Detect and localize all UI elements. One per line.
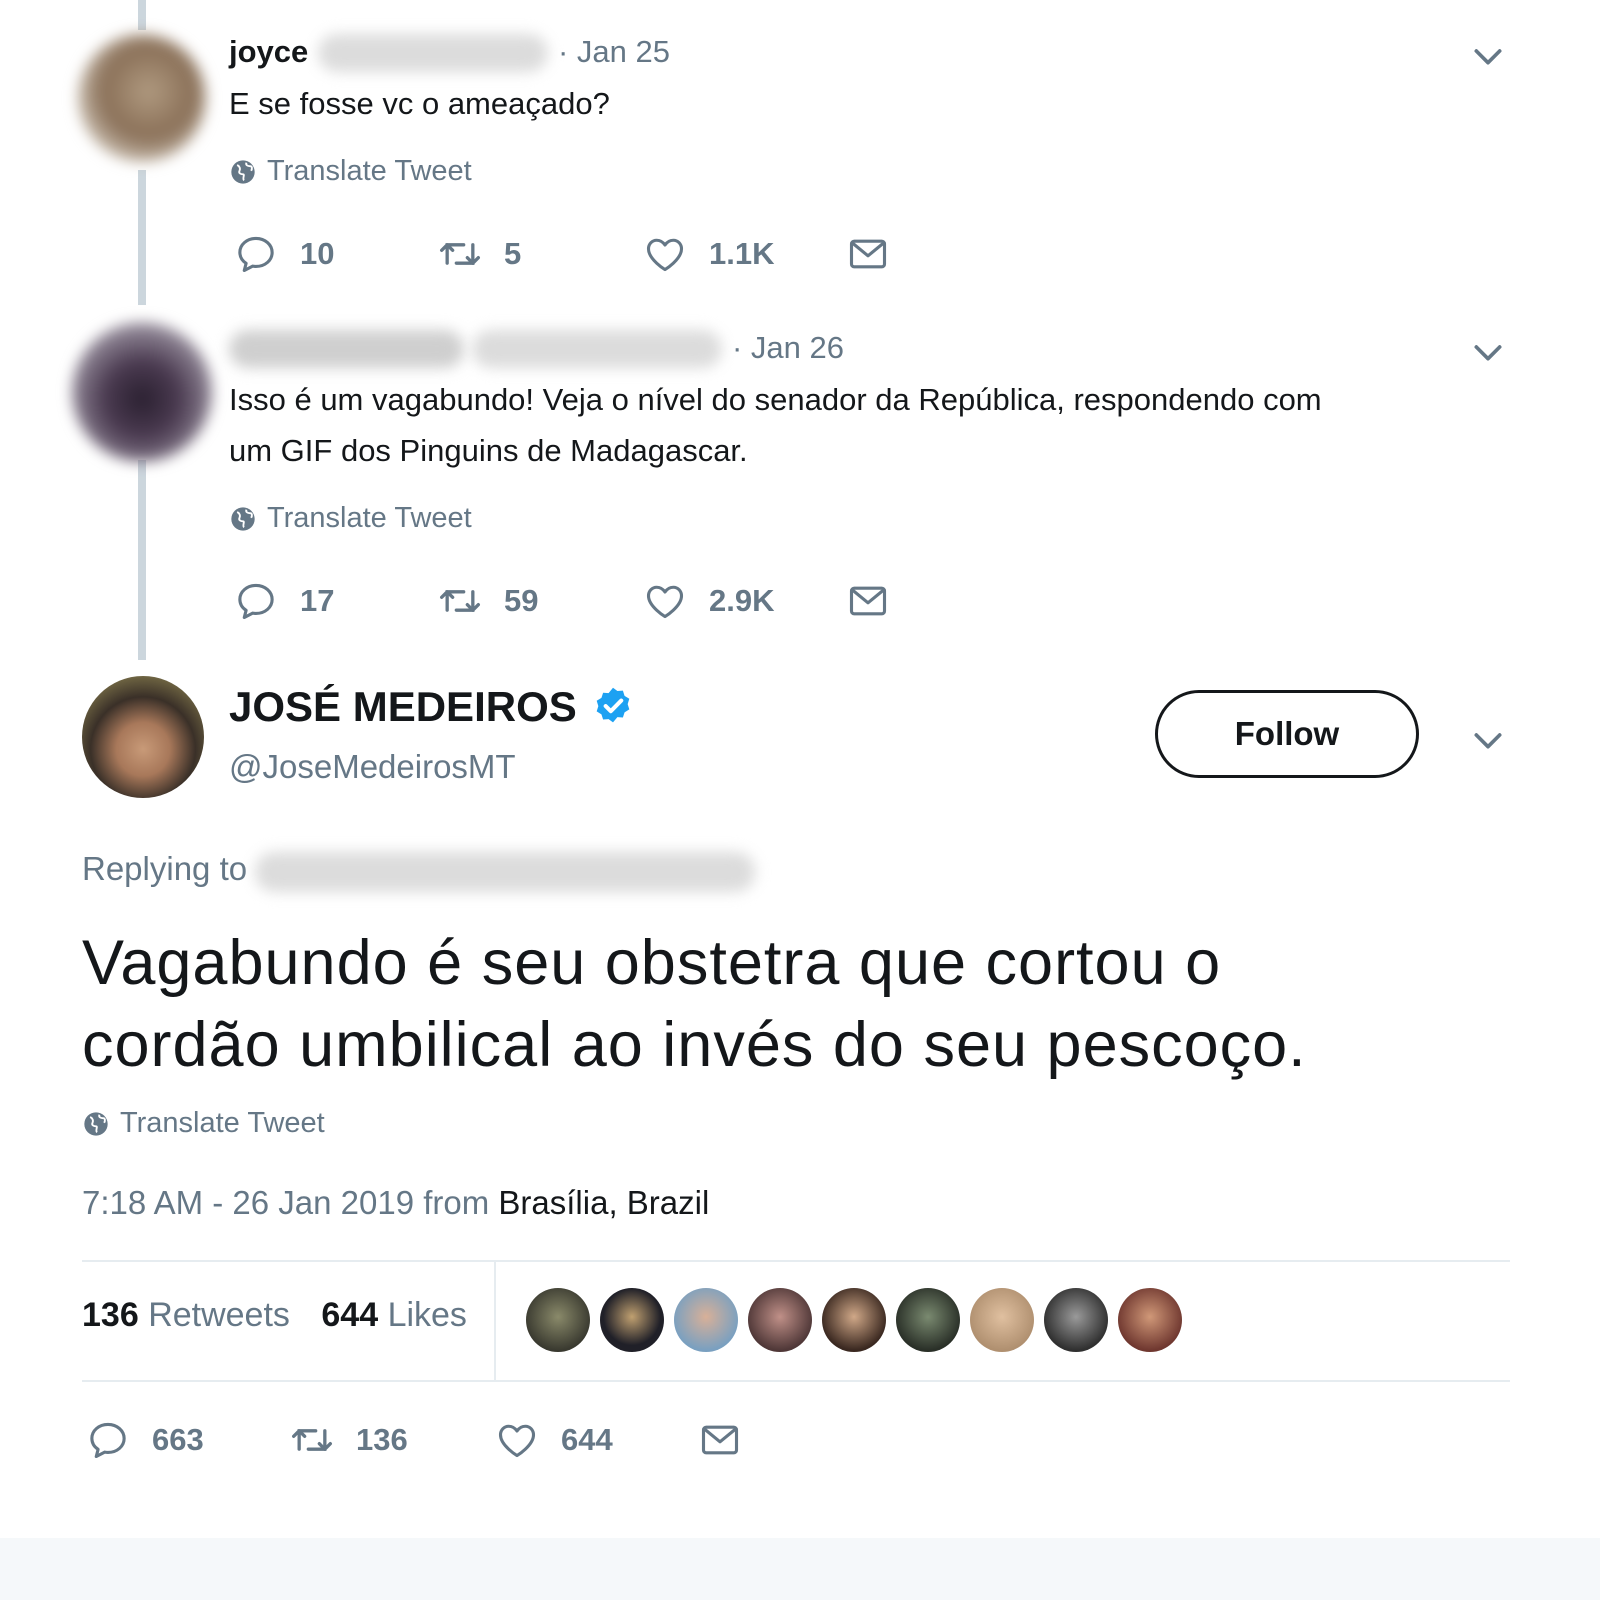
engagement-stats: 136 Retweets 644 Likes xyxy=(82,1296,467,1335)
avatar[interactable] xyxy=(72,322,212,462)
author-name-row[interactable]: JOSÉ MEDEIROS xyxy=(229,683,635,731)
thread-line-mid xyxy=(138,170,146,305)
verified-badge-icon xyxy=(596,687,630,723)
tweet-text: E se fosse vc o ameaçado? xyxy=(229,86,610,121)
retweet-count: 59 xyxy=(504,583,539,618)
globe-icon xyxy=(82,1110,110,1138)
divider xyxy=(82,1260,1510,1262)
likes-stat[interactable]: 644 Likes xyxy=(321,1296,467,1334)
dm-icon xyxy=(846,232,890,276)
retweet-count: 136 xyxy=(356,1422,408,1457)
likes-stat-count: 644 xyxy=(321,1296,379,1334)
footer-bar xyxy=(0,1538,1600,1600)
retweet-button[interactable]: 136 xyxy=(290,1418,408,1462)
reply-button[interactable]: 17 xyxy=(234,579,334,623)
liker-avatar[interactable] xyxy=(822,1288,886,1352)
like-icon xyxy=(643,579,687,623)
dm-icon xyxy=(846,579,890,623)
retweet-icon xyxy=(438,579,482,623)
retweets-stat-count: 136 xyxy=(82,1296,139,1334)
retweet-button[interactable]: 5 xyxy=(438,232,521,276)
author-handle[interactable]: @JoseMedeirosMT xyxy=(229,748,516,786)
like-icon xyxy=(495,1418,539,1462)
tweet-location[interactable]: Brasília, Brazil xyxy=(498,1184,709,1221)
thread-line-top xyxy=(138,0,146,30)
tweet-text-line-1: Isso é um vagabundo! Veja o nível do sen… xyxy=(229,382,1322,417)
translate-label: Translate Tweet xyxy=(120,1107,325,1139)
likes-stat-label: Likes xyxy=(387,1296,467,1334)
liker-avatar[interactable] xyxy=(1118,1288,1182,1352)
translate-label: Translate Tweet xyxy=(267,155,472,187)
retweet-count: 5 xyxy=(504,236,522,271)
liker-avatar[interactable] xyxy=(674,1288,738,1352)
translate-label: Translate Tweet xyxy=(267,502,472,534)
retweets-stat-label: Retweets xyxy=(148,1296,290,1334)
reply-author-name[interactable]: joyce xyxy=(229,34,308,70)
like-icon xyxy=(643,232,687,276)
reply-button[interactable]: 663 xyxy=(86,1418,204,1462)
tweet-text-line-2: um GIF dos Pinguins de Madagascar. xyxy=(229,433,748,468)
like-count: 2.9K xyxy=(709,583,775,618)
reply-count: 663 xyxy=(152,1422,204,1457)
chevron-down-icon[interactable] xyxy=(1468,720,1508,760)
stats-separator xyxy=(494,1262,496,1380)
tweet-timestamp[interactable]: 7:18 AM - 26 Jan 2019 from xyxy=(82,1184,489,1221)
chevron-down-icon[interactable] xyxy=(1468,36,1508,76)
follow-button[interactable]: Follow xyxy=(1155,690,1419,778)
retweet-icon xyxy=(290,1418,334,1462)
redacted-handle xyxy=(472,330,722,368)
reply-icon xyxy=(86,1418,130,1462)
tweet-date[interactable]: · Jan 25 xyxy=(558,34,670,70)
like-button[interactable]: 644 xyxy=(495,1418,613,1462)
avatar[interactable] xyxy=(78,34,206,162)
chevron-down-icon[interactable] xyxy=(1468,332,1508,372)
tweet-text-line-2: cordão umbilical ao invés do seu pescoço… xyxy=(82,1010,1307,1080)
retweet-button[interactable]: 59 xyxy=(438,579,538,623)
dm-button[interactable] xyxy=(846,579,890,623)
tweet-timestamp-row: 7:18 AM - 26 Jan 2019 from Brasília, Bra… xyxy=(82,1184,709,1222)
dm-button[interactable] xyxy=(846,232,890,276)
translate-tweet-link[interactable]: Translate Tweet xyxy=(82,1107,325,1140)
redacted-reply-handles[interactable] xyxy=(255,852,755,892)
liker-avatar[interactable] xyxy=(526,1288,590,1352)
dm-icon xyxy=(698,1418,742,1462)
tweet-date[interactable]: · Jan 26 xyxy=(732,330,844,366)
translate-tweet-link[interactable]: Translate Tweet xyxy=(229,155,472,188)
retweets-stat[interactable]: 136 Retweets xyxy=(82,1296,299,1334)
translate-tweet-link[interactable]: Translate Tweet xyxy=(229,502,472,535)
thread-line-bottom xyxy=(138,460,146,660)
tweet-text-line-1: Vagabundo é seu obstetra que cortou o xyxy=(82,928,1222,998)
reply-icon xyxy=(234,232,278,276)
like-button[interactable]: 2.9K xyxy=(643,579,774,623)
redacted-handle xyxy=(318,34,548,72)
liker-avatar[interactable] xyxy=(970,1288,1034,1352)
retweet-icon xyxy=(438,232,482,276)
like-button[interactable]: 1.1K xyxy=(643,232,774,276)
liker-avatar[interactable] xyxy=(600,1288,664,1352)
liker-avatar[interactable] xyxy=(748,1288,812,1352)
redacted-name xyxy=(229,330,464,368)
replying-to-label: Replying to xyxy=(82,850,248,887)
reply-count: 17 xyxy=(300,583,335,618)
reply-button[interactable]: 10 xyxy=(234,232,334,276)
dm-button[interactable] xyxy=(698,1418,742,1462)
author-name: JOSÉ MEDEIROS xyxy=(229,683,577,730)
globe-icon xyxy=(229,158,257,186)
divider xyxy=(82,1380,1510,1382)
avatar[interactable] xyxy=(82,676,204,798)
like-count: 1.1K xyxy=(709,236,775,271)
like-count: 644 xyxy=(561,1422,613,1457)
globe-icon xyxy=(229,505,257,533)
reply-icon xyxy=(234,579,278,623)
liker-avatar[interactable] xyxy=(896,1288,960,1352)
liker-avatar[interactable] xyxy=(1044,1288,1108,1352)
reply-count: 10 xyxy=(300,236,335,271)
